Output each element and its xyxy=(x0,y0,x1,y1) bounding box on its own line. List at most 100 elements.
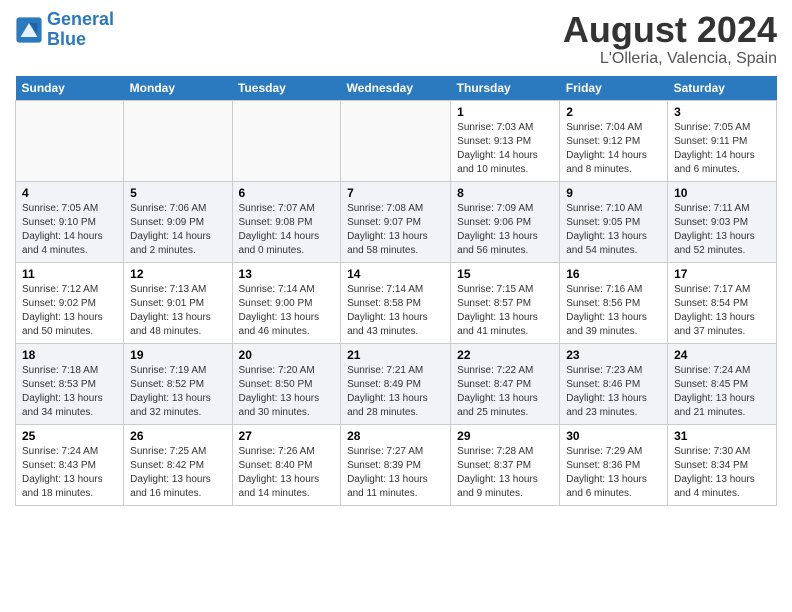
day-info: Sunrise: 7:21 AM Sunset: 8:49 PM Dayligh… xyxy=(347,364,444,420)
calendar-cell: 16Sunrise: 7:16 AM Sunset: 8:56 PM Dayli… xyxy=(560,262,668,343)
calendar-cell: 11Sunrise: 7:12 AM Sunset: 9:02 PM Dayli… xyxy=(16,262,124,343)
day-number: 22 xyxy=(457,348,553,362)
day-number: 4 xyxy=(22,186,117,200)
day-number: 16 xyxy=(566,267,661,281)
calendar-cell: 22Sunrise: 7:22 AM Sunset: 8:47 PM Dayli… xyxy=(451,343,560,424)
day-info: Sunrise: 7:14 AM Sunset: 8:58 PM Dayligh… xyxy=(347,283,444,339)
calendar-cell: 25 Sunrise: 7:24 AM Sunset: 8:43 PM Dayli… xyxy=(16,424,124,505)
calendar-cell: 7 Sunrise: 7:08 AM Sunset: 9:07 PM Daylig… xyxy=(341,181,451,262)
logo: General Blue xyxy=(15,10,114,50)
weekday-header-wednesday: Wednesday xyxy=(341,76,451,101)
calendar-cell: 4 Sunrise: 7:05 AM Sunset: 9:10 PM Daylig… xyxy=(16,181,124,262)
day-info: Sunrise: 7:24 AM Sunset: 8:43 PM Dayligh… xyxy=(22,445,117,501)
calendar-cell: 19Sunrise: 7:19 AM Sunset: 8:52 PM Dayli… xyxy=(124,343,232,424)
day-number: 8 xyxy=(457,186,553,200)
day-info: Sunrise: 7:11 AM Sunset: 9:03 PM Dayligh… xyxy=(674,202,770,258)
calendar-week-row: 11Sunrise: 7:12 AM Sunset: 9:02 PM Dayli… xyxy=(16,262,777,343)
day-number: 21 xyxy=(347,348,444,362)
calendar-cell: 6 Sunrise: 7:07 AM Sunset: 9:08 PM Daylig… xyxy=(232,181,341,262)
day-info: Sunrise: 7:20 AM Sunset: 8:50 PM Dayligh… xyxy=(239,364,335,420)
day-number: 19 xyxy=(130,348,225,362)
day-number: 14 xyxy=(347,267,444,281)
calendar-cell: 12 Sunrise: 7:13 AM Sunset: 9:01 PM Dayli… xyxy=(124,262,232,343)
weekday-header-thursday: Thursday xyxy=(451,76,560,101)
calendar-week-row: 18 Sunrise: 7:18 AM Sunset: 8:53 PM Dayli… xyxy=(16,343,777,424)
calendar-cell: 3Sunrise: 7:05 AM Sunset: 9:11 PM Daylig… xyxy=(668,100,777,181)
day-info: Sunrise: 7:05 AM Sunset: 9:11 PM Dayligh… xyxy=(674,121,770,177)
day-info: Sunrise: 7:25 AM Sunset: 8:42 PM Dayligh… xyxy=(130,445,225,501)
day-info: Sunrise: 7:04 AM Sunset: 9:12 PM Dayligh… xyxy=(566,121,661,177)
calendar-table: SundayMondayTuesdayWednesdayThursdayFrid… xyxy=(15,76,777,506)
day-info: Sunrise: 7:05 AM Sunset: 9:10 PM Dayligh… xyxy=(22,202,117,258)
day-info: Sunrise: 7:13 AM Sunset: 9:01 PM Dayligh… xyxy=(130,283,225,339)
day-info: Sunrise: 7:29 AM Sunset: 8:36 PM Dayligh… xyxy=(566,445,661,501)
calendar-cell: 9Sunrise: 7:10 AM Sunset: 9:05 PM Daylig… xyxy=(560,181,668,262)
calendar-week-row: 1 Sunrise: 7:03 AM Sunset: 9:13 PM Daylig… xyxy=(16,100,777,181)
day-number: 11 xyxy=(22,267,117,281)
calendar-cell: 14 Sunrise: 7:14 AM Sunset: 8:58 PM Dayli… xyxy=(341,262,451,343)
day-number: 6 xyxy=(239,186,335,200)
day-info: Sunrise: 7:07 AM Sunset: 9:08 PM Dayligh… xyxy=(239,202,335,258)
calendar-cell: 5Sunrise: 7:06 AM Sunset: 9:09 PM Daylig… xyxy=(124,181,232,262)
logo-line1: General xyxy=(47,9,114,29)
day-number: 7 xyxy=(347,186,444,200)
day-number: 13 xyxy=(239,267,335,281)
calendar-cell: 13 Sunrise: 7:14 AM Sunset: 9:00 PM Dayli… xyxy=(232,262,341,343)
day-number: 12 xyxy=(130,267,225,281)
weekday-header-saturday: Saturday xyxy=(668,76,777,101)
calendar-cell: 20 Sunrise: 7:20 AM Sunset: 8:50 PM Dayli… xyxy=(232,343,341,424)
day-info: Sunrise: 7:15 AM Sunset: 8:57 PM Dayligh… xyxy=(457,283,553,339)
weekday-header-friday: Friday xyxy=(560,76,668,101)
day-number: 27 xyxy=(239,429,335,443)
calendar-cell: 27 Sunrise: 7:26 AM Sunset: 8:40 PM Dayli… xyxy=(232,424,341,505)
calendar-cell xyxy=(124,100,232,181)
day-number: 10 xyxy=(674,186,770,200)
day-number: 25 xyxy=(22,429,117,443)
page-subtitle: L'Olleria, Valencia, Spain xyxy=(563,50,777,68)
day-number: 17 xyxy=(674,267,770,281)
calendar-cell xyxy=(16,100,124,181)
logo-icon xyxy=(15,16,43,44)
day-info: Sunrise: 7:26 AM Sunset: 8:40 PM Dayligh… xyxy=(239,445,335,501)
calendar-week-row: 25 Sunrise: 7:24 AM Sunset: 8:43 PM Dayli… xyxy=(16,424,777,505)
day-number: 26 xyxy=(130,429,225,443)
day-info: Sunrise: 7:28 AM Sunset: 8:37 PM Dayligh… xyxy=(457,445,553,501)
day-number: 1 xyxy=(457,105,553,119)
calendar-cell: 8 Sunrise: 7:09 AM Sunset: 9:06 PM Daylig… xyxy=(451,181,560,262)
day-number: 31 xyxy=(674,429,770,443)
calendar-cell: 30 Sunrise: 7:29 AM Sunset: 8:36 PM Dayli… xyxy=(560,424,668,505)
calendar-cell: 1 Sunrise: 7:03 AM Sunset: 9:13 PM Daylig… xyxy=(451,100,560,181)
calendar-cell: 21 Sunrise: 7:21 AM Sunset: 8:49 PM Dayli… xyxy=(341,343,451,424)
calendar-cell: 24Sunrise: 7:24 AM Sunset: 8:45 PM Dayli… xyxy=(668,343,777,424)
calendar-cell: 2 Sunrise: 7:04 AM Sunset: 9:12 PM Daylig… xyxy=(560,100,668,181)
calendar-cell: 26 Sunrise: 7:25 AM Sunset: 8:42 PM Dayli… xyxy=(124,424,232,505)
calendar-cell: 28Sunrise: 7:27 AM Sunset: 8:39 PM Dayli… xyxy=(341,424,451,505)
day-number: 18 xyxy=(22,348,117,362)
day-info: Sunrise: 7:10 AM Sunset: 9:05 PM Dayligh… xyxy=(566,202,661,258)
day-info: Sunrise: 7:14 AM Sunset: 9:00 PM Dayligh… xyxy=(239,283,335,339)
day-number: 5 xyxy=(130,186,225,200)
day-info: Sunrise: 7:18 AM Sunset: 8:53 PM Dayligh… xyxy=(22,364,117,420)
day-info: Sunrise: 7:03 AM Sunset: 9:13 PM Dayligh… xyxy=(457,121,553,177)
day-number: 30 xyxy=(566,429,661,443)
calendar-cell: 17 Sunrise: 7:17 AM Sunset: 8:54 PM Dayli… xyxy=(668,262,777,343)
calendar-week-row: 4 Sunrise: 7:05 AM Sunset: 9:10 PM Daylig… xyxy=(16,181,777,262)
day-number: 2 xyxy=(566,105,661,119)
day-info: Sunrise: 7:09 AM Sunset: 9:06 PM Dayligh… xyxy=(457,202,553,258)
day-number: 23 xyxy=(566,348,661,362)
calendar-cell: 31Sunrise: 7:30 AM Sunset: 8:34 PM Dayli… xyxy=(668,424,777,505)
calendar-cell xyxy=(341,100,451,181)
logo-line2: Blue xyxy=(47,29,86,49)
calendar-cell: 10 Sunrise: 7:11 AM Sunset: 9:03 PM Dayli… xyxy=(668,181,777,262)
calendar-cell: 23Sunrise: 7:23 AM Sunset: 8:46 PM Dayli… xyxy=(560,343,668,424)
day-info: Sunrise: 7:17 AM Sunset: 8:54 PM Dayligh… xyxy=(674,283,770,339)
weekday-header-sunday: Sunday xyxy=(16,76,124,101)
logo-text: General Blue xyxy=(47,10,114,50)
weekday-header-tuesday: Tuesday xyxy=(232,76,341,101)
day-number: 20 xyxy=(239,348,335,362)
day-number: 24 xyxy=(674,348,770,362)
day-info: Sunrise: 7:08 AM Sunset: 9:07 PM Dayligh… xyxy=(347,202,444,258)
page-header: General Blue August 2024 L'Olleria, Vale… xyxy=(15,10,777,68)
calendar-cell: 15Sunrise: 7:15 AM Sunset: 8:57 PM Dayli… xyxy=(451,262,560,343)
title-block: August 2024 L'Olleria, Valencia, Spain xyxy=(563,10,777,68)
